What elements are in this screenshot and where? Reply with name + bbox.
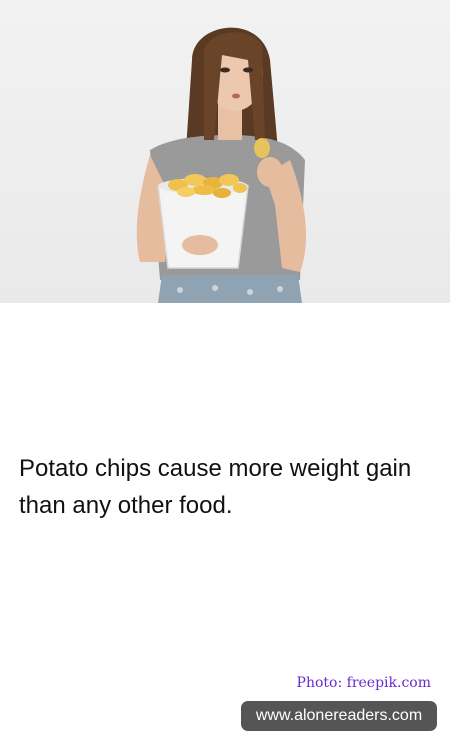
woman-eating-chips-illustration	[136, 27, 307, 303]
fact-card: Potato chips cause more weight gain than…	[0, 0, 450, 750]
photo-credit: Photo: freepik.com	[296, 675, 431, 691]
chips-photo	[0, 0, 450, 303]
site-link-badge[interactable]: www.alonereaders.com	[241, 701, 437, 731]
fact-text: Potato chips cause more weight gain than…	[19, 455, 412, 519]
